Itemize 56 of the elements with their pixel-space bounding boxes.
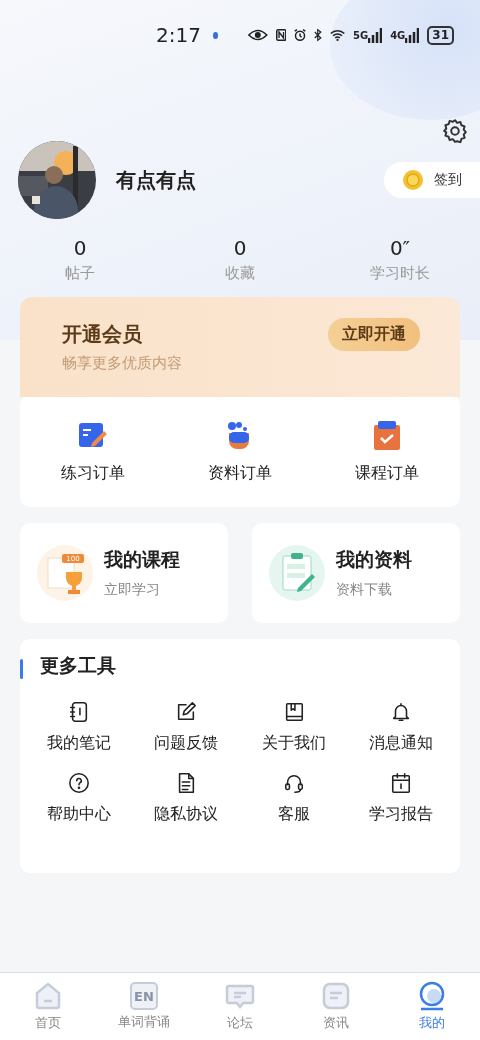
nav-tab[interactable]: 我的 [384,973,480,1040]
calendar-icon [390,772,413,794]
tool-item[interactable]: 客服 [240,772,348,825]
eye-icon [248,27,268,43]
tool-item[interactable]: 隐私协议 [132,772,240,825]
tool-item[interactable]: 问题反馈 [132,701,240,754]
order-label[interactable]: 练习订单 [61,462,126,484]
stat-value: 0 [73,236,87,260]
nav-tab[interactable]: 首页 [0,973,96,1040]
card-subtitle: 立即学习 [104,581,161,599]
headset-icon [282,772,305,794]
stat-value: 0 [233,236,247,260]
shortcut-card[interactable]: 我的资料 资料下载 [252,523,460,623]
stat-value: 0″ [389,236,411,260]
signal-4g: 4G [390,27,420,43]
coin-icon [402,169,424,191]
accent-bar [20,659,23,679]
tool-item[interactable]: 消息通知 [347,701,455,754]
order-label[interactable]: 课程订单 [354,462,419,484]
order-label[interactable]: 资料订单 [208,462,272,484]
checkin-button[interactable]: 签到 [384,162,480,198]
stat-label: 学习时长 [370,264,430,283]
en-icon: EN [130,982,158,1010]
card-subtitle: 资料下载 [336,581,393,599]
open-vip-button[interactable]: 立即开通 [328,317,420,351]
nav-tab[interactable]: 资讯 [288,973,384,1040]
notification-dot [212,31,219,39]
help-icon [67,772,90,794]
user-name: 有点有点 [116,166,197,194]
alarm-icon [294,27,307,43]
tool-item[interactable]: 帮助中心 [25,772,133,825]
signal-5g: 5G [352,27,383,43]
notebook-icon [67,701,90,723]
clipboard-drawing [268,544,326,602]
tool-item[interactable]: 关于我们 [240,701,348,754]
tool-item[interactable]: 学习报告 [347,772,455,825]
stat-label: 帖子 [65,264,95,283]
card-title: 我的课程 [104,547,180,572]
battery-level: 31 [427,25,454,45]
nfc-icon [275,27,287,43]
stat-label: 收藏 [225,264,255,283]
nav-tab[interactable]: EN 单词背诵 [96,973,192,1040]
settings-icon[interactable] [442,118,468,144]
card-title: 我的资料 [336,547,412,572]
vip-subtitle: 畅享更多优质内容 [62,354,182,373]
vip-title: 开通会员 [62,321,143,348]
section-title: 更多工具 [40,653,116,678]
home-icon [33,981,63,1011]
edit-icon [175,701,198,723]
wifi-icon [329,27,345,43]
status-time: 2:17 [156,23,201,47]
tool-item[interactable]: 我的笔记 [25,701,133,754]
bluetooth-icon [314,27,322,43]
document-icon [321,981,351,1011]
profile-icon [417,981,447,1011]
nav-tab[interactable]: 论坛 [192,973,288,1040]
